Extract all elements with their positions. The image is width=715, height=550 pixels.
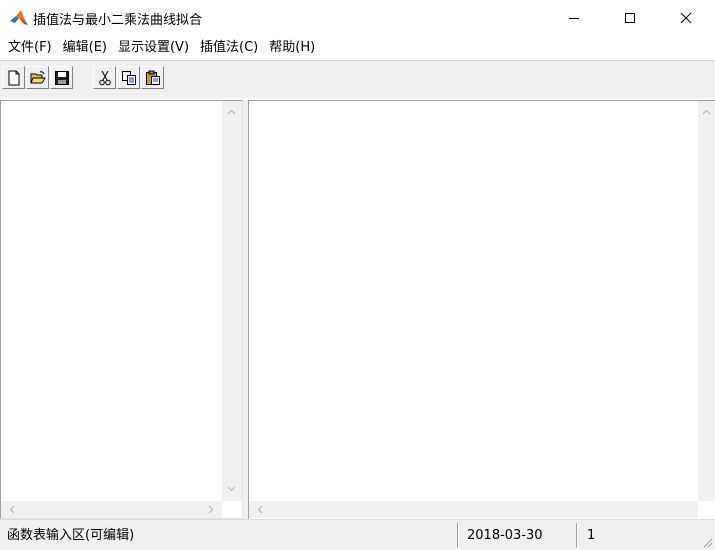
new-file-icon (8, 70, 19, 85)
scroll-right-arrow[interactable] (202, 501, 219, 518)
save-button[interactable] (50, 66, 73, 89)
chevron-down-icon (227, 486, 236, 491)
copy-button[interactable] (117, 66, 140, 89)
function-table-input-area[interactable] (0, 100, 243, 519)
right-horizontal-scrollbar[interactable] (249, 501, 698, 518)
save-icon (54, 70, 69, 85)
minimize-icon (569, 18, 579, 19)
chevron-left-icon (9, 505, 14, 514)
size-grip-icon[interactable] (701, 536, 713, 548)
chevron-left-icon (257, 505, 262, 514)
left-vertical-scrollbar[interactable] (222, 101, 242, 501)
close-icon (680, 12, 692, 24)
menu-edit[interactable]: 编辑(E) (61, 36, 116, 60)
status-bar: 函数表输入区(可编辑) 2018-03-30 1 (0, 519, 715, 550)
menu-file[interactable]: 文件(F) (6, 36, 61, 60)
scroll-up-arrow[interactable] (223, 103, 240, 120)
status-divider (576, 523, 578, 548)
minimize-button[interactable] (551, 0, 597, 36)
maximize-icon (625, 13, 635, 23)
close-button[interactable] (663, 0, 709, 36)
status-date: 2018-03-30 (467, 528, 543, 543)
menu-help[interactable]: 帮助(H) (267, 36, 324, 60)
open-folder-icon (29, 70, 46, 83)
open-folder-button[interactable] (26, 66, 49, 89)
menu-view-settings[interactable]: 显示设置(V) (116, 36, 198, 60)
matlab-app-icon (9, 8, 29, 28)
status-hint: 函数表输入区(可编辑) (7, 528, 135, 543)
left-horizontal-scrollbar[interactable] (1, 501, 222, 518)
toolbar (0, 61, 715, 98)
chevron-right-icon (208, 505, 213, 514)
copy-icon (121, 70, 136, 85)
chevron-up-icon (702, 109, 711, 114)
status-extra: 1 (587, 528, 596, 543)
title-bar: 插值法与最小二乘法曲线拟合 (0, 0, 715, 36)
right-scroll-left-arrow[interactable] (251, 501, 268, 518)
right-scroll-up-arrow[interactable] (698, 103, 715, 120)
window-title: 插值法与最小二乘法曲线拟合 (33, 13, 203, 28)
cut-button[interactable] (93, 66, 116, 89)
paste-icon (145, 70, 160, 85)
scissors-icon (98, 70, 111, 85)
new-file-button[interactable] (2, 66, 25, 89)
paste-button[interactable] (141, 66, 164, 89)
curve-display-area[interactable] (248, 100, 715, 519)
scroll-left-arrow[interactable] (3, 501, 20, 518)
right-vertical-scrollbar[interactable] (698, 101, 715, 501)
scroll-down-arrow[interactable] (223, 480, 240, 497)
menu-interpolation[interactable]: 插值法(C) (198, 36, 267, 60)
maximize-button[interactable] (607, 0, 653, 36)
status-divider (457, 523, 459, 548)
chevron-up-icon (227, 109, 236, 114)
menu-bar: 文件(F) 编辑(E) 显示设置(V) 插值法(C) 帮助(H) (0, 36, 715, 60)
